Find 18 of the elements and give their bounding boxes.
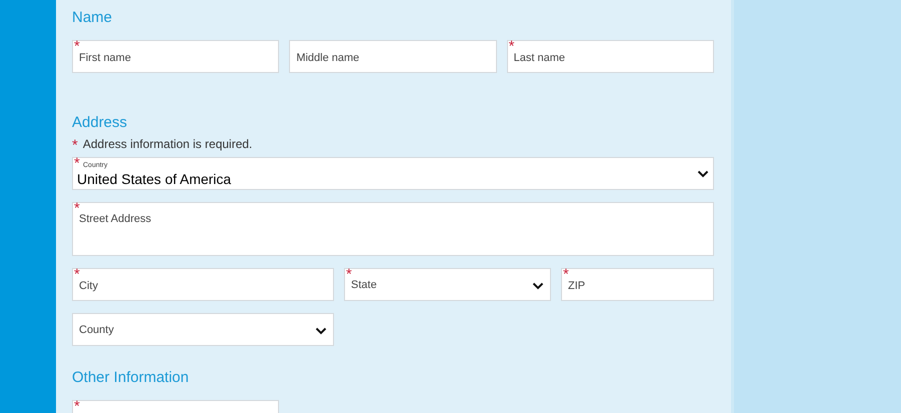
required-asterisk: * — [74, 399, 80, 413]
section-heading: Address — [72, 113, 128, 133]
section-heading: Other Information — [72, 368, 190, 388]
chevron-down-icon — [532, 282, 544, 290]
required-asterisk: * — [74, 156, 80, 171]
required-asterisk: * — [72, 136, 78, 152]
required-asterisk: * — [508, 39, 514, 54]
section-heading: Name — [72, 8, 114, 28]
required-note: Address information is required. — [82, 136, 252, 153]
required-asterisk: * — [74, 201, 80, 216]
select-field[interactable]: County — [72, 313, 334, 346]
required-asterisk: * — [346, 267, 352, 282]
text-input-field[interactable]: Middle name — [289, 40, 497, 73]
chevron-down-icon — [697, 170, 709, 178]
chevron-down-icon — [315, 326, 327, 334]
required-asterisk: * — [563, 267, 569, 282]
required-asterisk: * — [74, 39, 80, 54]
required-asterisk: * — [74, 267, 80, 282]
